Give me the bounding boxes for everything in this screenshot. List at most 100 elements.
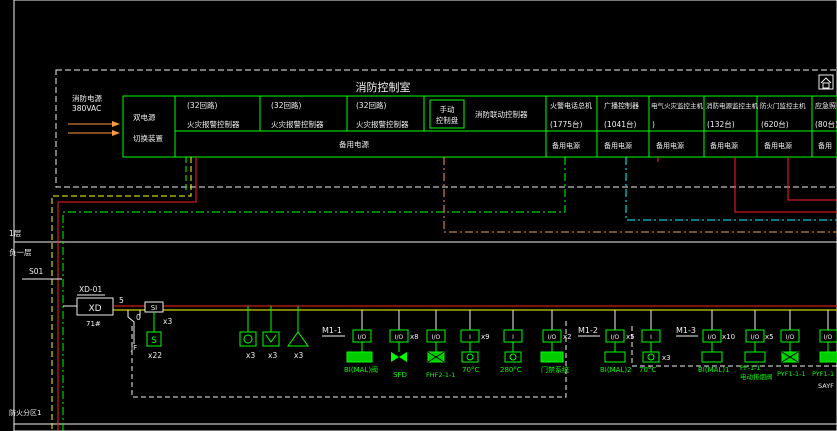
- qty-x10: x10: [722, 333, 735, 341]
- device-label-10: PF-1-1: [740, 364, 761, 372]
- right-panel-4-count: (132台): [707, 119, 735, 129]
- device-label-12b: SAYF: [818, 382, 834, 390]
- home-icon: [818, 74, 834, 90]
- qty-x8: x8: [410, 333, 419, 341]
- device-label-8: 70°C: [639, 366, 656, 374]
- right-panel-4-name: 消防电源监控主机: [706, 101, 759, 110]
- module-i-3: I: [641, 310, 661, 363]
- right-panel-2-count: (1041台): [604, 119, 637, 129]
- manual-panel-label-1: 手动: [440, 104, 455, 114]
- device-label-2: SFD: [393, 371, 407, 379]
- module-io-5: I/O: [604, 310, 626, 363]
- s-box-glyph: S: [151, 336, 157, 346]
- svg-text:I/O: I/O: [708, 334, 717, 341]
- alarm-panel-1-loops: (32回路): [187, 100, 217, 110]
- device-label-10b: 电动排烟阀: [740, 372, 773, 381]
- alarm-panel-3-name: 火灾报警控制器: [356, 119, 409, 129]
- module-group-3-label: M1-3: [676, 326, 696, 335]
- module-io-6: I/O: [701, 310, 723, 363]
- alarm-panel-1-name: 火灾报警控制器: [187, 119, 240, 129]
- s-qty: x22: [148, 351, 162, 360]
- field-5: 5: [119, 296, 124, 305]
- right-panel-3-name: 电气火灾监控主机: [651, 101, 704, 110]
- svg-text:I/O: I/O: [358, 334, 367, 341]
- svg-text:I/O: I/O: [786, 334, 795, 341]
- feeder-lines: [51, 157, 837, 431]
- module-i-2: I: [503, 310, 523, 363]
- symbol-2-qty: x3: [268, 351, 277, 360]
- device-label-9: BI(MAL)1: [698, 366, 730, 374]
- svg-text:I/O: I/O: [395, 334, 404, 341]
- device-label-1: BI(MAL)阀: [344, 365, 378, 374]
- right-panel-5-name: 防火门监控主机: [760, 101, 806, 110]
- device-label-7: BI(MAL)2: [600, 366, 632, 374]
- symbol-1-qty: x3: [246, 351, 255, 360]
- svg-text:I/O: I/O: [824, 334, 833, 341]
- dual-power-label-2: 切换装置: [133, 133, 163, 143]
- right-panel-1-backup: 备用电源: [552, 141, 580, 150]
- jf-label: JF: [130, 344, 137, 352]
- module-io-2: I/O: [389, 310, 409, 362]
- right-panel-3-backup: 备用电源: [656, 141, 684, 150]
- xd-box-label: XD: [88, 304, 101, 314]
- svg-text:I/O: I/O: [548, 334, 557, 341]
- qty-x3: x3: [662, 354, 671, 362]
- module-io-8: I/O: [780, 310, 800, 363]
- module-group-1-label: M1-1: [322, 326, 342, 335]
- linkage-controller-label: 消防联动控制器: [475, 109, 528, 119]
- bottom-left-label: 防火分区1: [9, 408, 41, 417]
- right-panel-6-name: 应急照明: [815, 101, 837, 110]
- device-label-4: 70°C: [462, 366, 479, 374]
- right-panel-5-backup: 备用电源: [764, 141, 792, 150]
- right-panel-2-name: 广播控制器: [604, 101, 639, 110]
- sublevel-label: 负一层: [9, 247, 32, 257]
- qty-x9: x9: [481, 333, 490, 341]
- svg-text:I/O: I/O: [751, 334, 760, 341]
- svg-text:I/O: I/O: [611, 334, 620, 341]
- right-panel-6-backup: 备用: [818, 141, 832, 150]
- device-label-11: PYF1-1-1: [777, 370, 806, 378]
- input-power-label-1: 消防电源: [72, 93, 102, 103]
- symbol-alarm-horn: [287, 306, 309, 347]
- alarm-panel-2-loops: (32回路): [271, 100, 301, 110]
- floor-level-label: 1层: [9, 229, 22, 238]
- symbol-heat-detector: [262, 306, 280, 347]
- svg-text:I/O: I/O: [432, 334, 441, 341]
- right-panel-3-count: ): [652, 120, 655, 129]
- si-box-label: SI: [151, 304, 158, 312]
- right-panel-4-backup: 备用电源: [710, 141, 738, 150]
- riser-label: S01: [29, 267, 44, 276]
- si-qty: x3: [163, 317, 172, 326]
- manual-panel-label-2: 控制盘: [436, 115, 459, 125]
- qty-x5-b: x5: [765, 333, 774, 341]
- symbol-smoke-detector: [239, 306, 257, 347]
- dual-power-label-1: 双电源: [133, 112, 156, 122]
- device-label-3: FHF2-1-1: [426, 371, 455, 379]
- input-power-label-2: 380VAC: [72, 104, 101, 113]
- right-panel-6-count: (80台): [815, 119, 837, 129]
- input-power-arrows: [68, 121, 120, 136]
- module-io-7: I/O: [744, 310, 766, 363]
- module-io-1: I/O: [346, 310, 373, 363]
- right-panel-1-count: (1775台): [550, 119, 583, 129]
- module-io-3: I/O: [426, 310, 446, 363]
- qty-x5: x5: [626, 333, 635, 341]
- module-i-1: I: [460, 310, 480, 363]
- alarm-panel-3-loops: (32回路): [356, 100, 386, 110]
- device-sub-label: 71#: [86, 320, 101, 328]
- right-panel-5-count: (620台): [761, 119, 789, 129]
- right-panel-2-backup: 备用电源: [604, 141, 632, 150]
- svg-text:I: I: [469, 334, 471, 341]
- svg-text:I: I: [650, 334, 652, 341]
- alarm-panel-2-name: 火灾报警控制器: [271, 119, 324, 129]
- cad-diagram-canvas: 消防控制室 消防电源 380VAC 双电源 切换装置 (32回路) 火灾报警控制…: [9, 0, 837, 431]
- right-panel-1-name: 火警电话总机: [550, 101, 592, 110]
- control-room-title: 消防控制室: [356, 80, 411, 94]
- qty-x2: x2: [563, 333, 572, 341]
- device-label-6: 门禁系统: [541, 365, 569, 374]
- backup-power-wide: 备用电源: [339, 139, 369, 149]
- device-label-12: PYF1-1: [812, 370, 834, 378]
- svg-text:I: I: [512, 334, 514, 341]
- module-group-2-label: M1-2: [578, 326, 598, 335]
- device-id-label: XD-01: [79, 285, 102, 294]
